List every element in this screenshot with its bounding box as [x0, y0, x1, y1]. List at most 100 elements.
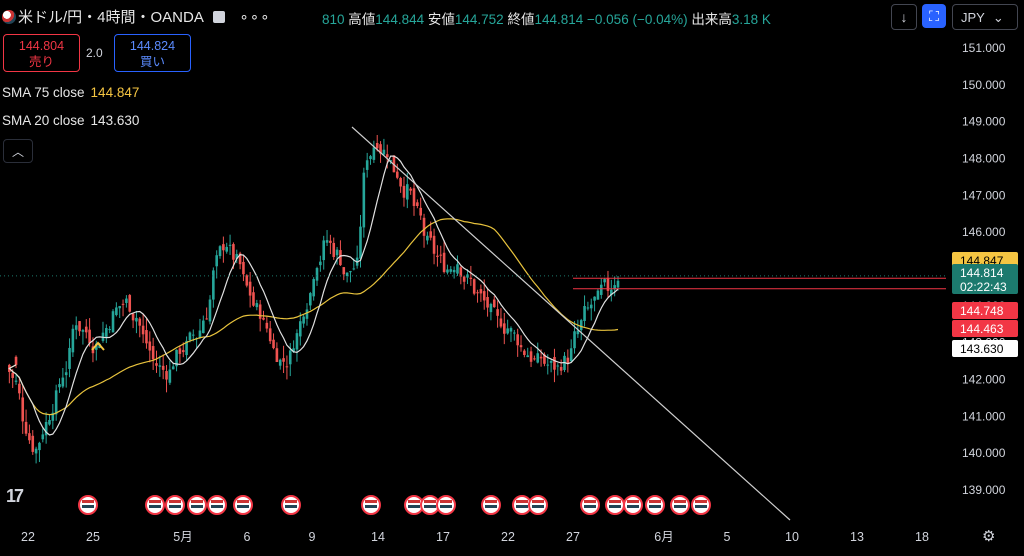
price-chart[interactable]: 151.000 150.000 149.000 148.000 147.000 146.0… — [0, 0, 1024, 556]
candle-body — [155, 363, 158, 366]
indicator-sma20[interactable]: SMA 20 close 143.630 — [2, 113, 139, 128]
candle-body — [382, 149, 386, 155]
candle-body — [188, 332, 192, 341]
candle-body — [285, 366, 289, 368]
candle-body — [359, 226, 362, 259]
candle-body — [232, 244, 235, 260]
candle-body — [258, 304, 262, 319]
candle-body — [168, 369, 172, 383]
candle-body — [212, 270, 215, 300]
candle-body — [456, 264, 459, 274]
candle-body — [31, 435, 35, 452]
event-flag-stripe — [408, 500, 420, 503]
currency-select[interactable]: JPY ⌄ — [952, 4, 1018, 30]
event-flag-stripe — [695, 505, 707, 508]
candle-body — [499, 318, 503, 327]
symbol-settings-icon[interactable] — [213, 11, 226, 23]
currency-label: JPY — [961, 10, 985, 25]
candle-body — [128, 295, 132, 312]
x-tick-label: 13 — [850, 530, 864, 544]
candle-body — [228, 244, 232, 246]
candle-body — [278, 359, 282, 366]
candle-body — [215, 255, 218, 267]
candle-body — [288, 350, 292, 365]
candle-body — [436, 255, 439, 257]
collapse-indicators-button[interactable]: ︿ — [3, 139, 33, 163]
high-value: 144.844 — [375, 12, 425, 27]
low-label: 安値 — [427, 12, 455, 27]
event-flag-stripe — [532, 505, 544, 508]
x-tick-label: 25 — [86, 530, 100, 544]
candle-body — [242, 261, 245, 275]
candle-body — [365, 160, 369, 170]
candle-body — [218, 246, 222, 257]
x-tick-label: 22 — [501, 530, 515, 544]
candle-body — [329, 240, 332, 243]
candle-body — [596, 290, 600, 300]
buy-button[interactable]: 144.824 買い — [114, 34, 191, 72]
symbol-title[interactable]: 米ドル/円・4時間・OANDA ∘∘∘ — [2, 6, 271, 27]
candle-body — [64, 372, 68, 376]
candle-body — [579, 320, 583, 331]
candle-body — [476, 292, 479, 294]
candle-body — [54, 390, 58, 415]
event-flag-stripe — [169, 505, 181, 508]
y-tick-label: 148.000 — [962, 152, 1006, 166]
candle-body — [252, 292, 255, 306]
buy-price: 144.824 — [129, 39, 176, 53]
candle-body — [138, 318, 142, 326]
event-flag-stripe — [609, 500, 621, 503]
candle-body — [432, 235, 436, 254]
sell-price: 144.804 — [18, 39, 65, 53]
y-tick-label: 149.000 — [962, 115, 1006, 129]
candle-body — [68, 347, 71, 369]
candle-body — [111, 311, 115, 333]
price-label-countdown: 02:22:43 — [960, 280, 1007, 294]
candle-body — [526, 355, 530, 358]
chevron-up-icon: ︿ — [11, 144, 24, 159]
candle-body — [165, 371, 168, 380]
candle-body — [573, 331, 576, 349]
candle-body — [583, 306, 586, 322]
ohlc-readout: 810 高値144.844 安値144.752 終値144.814 −0.056… — [322, 8, 771, 28]
indicator-sma75[interactable]: SMA 75 close 144.847 — [2, 85, 139, 100]
candle-body — [529, 351, 533, 362]
candle-body — [549, 360, 553, 363]
price-label: 144.814 — [960, 266, 1004, 280]
gear-icon[interactable]: ⚙ — [982, 527, 1000, 545]
candle-body — [125, 298, 128, 303]
x-tick-label: 18 — [915, 530, 929, 544]
candle-body — [616, 280, 620, 288]
sma20-value: 143.630 — [90, 113, 140, 128]
arrow-down-icon[interactable]: ↓ — [891, 4, 917, 30]
candle-body — [191, 334, 195, 336]
candle-body — [472, 279, 476, 294]
x-tick-label: 9 — [309, 530, 316, 544]
candle-body — [118, 306, 122, 309]
tradingview-logo-icon[interactable]: 17 — [6, 486, 24, 507]
y-tick-label: 147.000 — [962, 188, 1006, 202]
sell-label: 売り — [28, 55, 54, 69]
close-label: 終値 — [507, 12, 535, 27]
candle-body — [312, 279, 315, 297]
x-tick-label: 10 — [785, 530, 799, 544]
event-flag-stripe — [627, 500, 639, 503]
sma75-line — [8, 218, 619, 416]
low-value: 144.752 — [454, 12, 504, 27]
candle-body — [309, 293, 312, 306]
candle-body — [255, 303, 259, 308]
sell-button[interactable]: 144.804 売り — [3, 34, 80, 72]
dots-icon[interactable]: ∘∘∘ — [239, 9, 270, 26]
trendline[interactable] — [351, 126, 791, 521]
candle-body — [412, 188, 416, 206]
candle-body — [131, 313, 135, 321]
candle-body — [523, 350, 526, 355]
fullscreen-icon[interactable]: ⛶ — [922, 4, 946, 28]
candle-body — [416, 202, 419, 206]
event-flag-stripe — [149, 505, 161, 508]
candle-body — [302, 316, 305, 324]
candle-body — [84, 326, 88, 333]
candle-body — [332, 242, 336, 257]
candle-body — [121, 303, 125, 305]
candle-body — [492, 299, 496, 308]
